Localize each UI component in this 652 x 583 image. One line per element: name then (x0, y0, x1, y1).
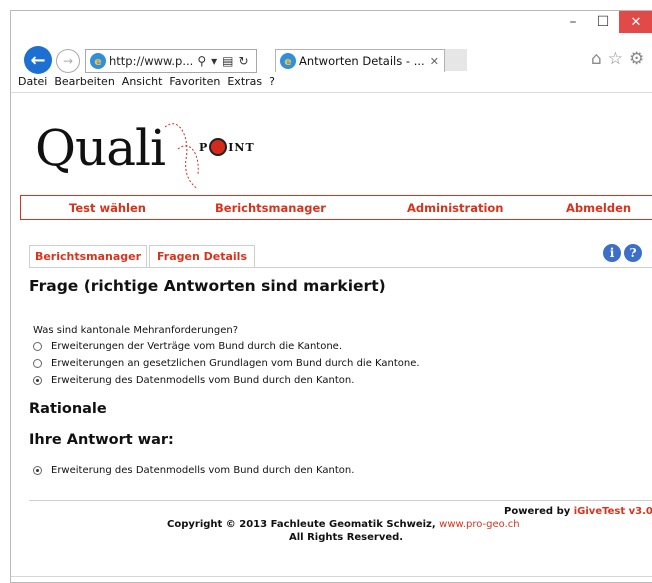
address-text[interactable]: http://www.p... (109, 54, 193, 68)
close-button[interactable]: ✕ (619, 11, 652, 33)
star-icon[interactable]: ☆ (608, 49, 623, 69)
answer-option-label: Erweiterungen an gesetzlichen Grundlagen… (51, 358, 420, 369)
search-icon[interactable]: ⚲ (197, 54, 206, 68)
browser-window: – ☐ ✕ ← → e http://www.p... ⚲ ▾ ▤ ↻ e An… (10, 10, 652, 583)
menu-help[interactable]: ? (269, 75, 275, 92)
forward-icon[interactable]: → (56, 49, 80, 73)
qualipoint-logo: Quali P INT (35, 119, 295, 199)
tab-title: Antworten Details - ... (299, 54, 425, 68)
nav-administration[interactable]: Administration (407, 201, 504, 215)
answer-option: Erweiterungen an gesetzlichen Grundlagen… (33, 358, 420, 369)
your-answer-heading: Ihre Antwort war: (29, 432, 174, 448)
tab-ie-icon: e (280, 53, 296, 69)
back-icon[interactable]: ← (24, 46, 52, 74)
radio-button-selected[interactable] (33, 376, 42, 385)
question-text: Was sind kantonale Mehranforderungen? (33, 325, 239, 336)
pro-geo-link[interactable]: www.pro-geo.ch (439, 519, 519, 530)
tab-fragen-details[interactable]: Fragen Details (149, 245, 255, 267)
sub-tab-bar: Berichtsmanager Fragen Details (29, 245, 652, 268)
menu-extras[interactable]: Extras (227, 75, 262, 92)
logo-point-p: P (199, 140, 209, 154)
your-answer: Erweiterung des Datenmodells vom Bund du… (33, 465, 354, 476)
footer-divider (29, 500, 652, 501)
gear-icon[interactable]: ⚙ (629, 49, 644, 69)
refresh-icon[interactable]: ↻ (239, 54, 249, 68)
main-navigation: Test wählen Berichtsmanager Administrati… (20, 195, 652, 220)
powered-by: Powered by iGiveTest v3.0.7 (504, 506, 652, 517)
logo-point-int: INT (228, 140, 255, 154)
minimize-button[interactable]: – (559, 11, 587, 33)
dropdown-icon[interactable]: ▾ (211, 54, 217, 68)
radio-button-selected (33, 466, 42, 475)
bottom-divider (11, 576, 652, 577)
page-title: Frage (richtige Antworten sind markiert) (29, 277, 386, 295)
maximize-button[interactable]: ☐ (589, 11, 617, 33)
home-icon[interactable]: ⌂ (591, 49, 602, 69)
menu-datei[interactable]: Datei (18, 75, 47, 92)
copyright: Copyright © 2013 Fachleute Geomatik Schw… (167, 519, 520, 530)
menu-favoriten[interactable]: Favoriten (169, 75, 220, 92)
tab-close-icon[interactable]: ✕ (430, 55, 439, 68)
rights-text: All Rights Reserved. (289, 532, 404, 543)
nav-abmelden[interactable]: Abmelden (566, 201, 631, 215)
your-answer-label: Erweiterung des Datenmodells vom Bund du… (51, 465, 355, 476)
navigation-bar: ← → e http://www.p... ⚲ ▾ ▤ ↻ e Antworte… (11, 45, 652, 75)
nav-test-waehlen[interactable]: Test wählen (69, 201, 146, 215)
radio-button[interactable] (33, 342, 42, 351)
new-tab-button[interactable] (445, 49, 467, 71)
copyright-text: Copyright © 2013 Fachleute Geomatik Schw… (167, 519, 440, 530)
help-icon[interactable]: ? (624, 244, 642, 262)
tab-berichtsmanager[interactable]: Berichtsmanager (29, 245, 147, 267)
address-bar[interactable]: e http://www.p... ⚲ ▾ ▤ ↻ (85, 49, 257, 73)
menu-ansicht[interactable]: Ansicht (122, 75, 163, 92)
radio-button[interactable] (33, 359, 42, 368)
answer-option: Erweiterung des Datenmodells vom Bund du… (33, 375, 354, 386)
logo-target-icon (209, 138, 228, 156)
browser-tab[interactable]: e Antworten Details - ... ✕ (275, 49, 445, 72)
logo-swoosh-icon (164, 123, 199, 190)
powered-brand-link[interactable]: iGiveTest v3.0.7 (574, 506, 652, 517)
ie-logo-icon: e (90, 53, 106, 69)
menu-bearbeiten[interactable]: Bearbeiten (54, 75, 114, 92)
logo-quali-text: Quali (35, 119, 166, 177)
menu-bar: Datei Bearbeiten Ansicht Favoriten Extra… (11, 75, 652, 93)
info-icon[interactable]: i (603, 244, 621, 262)
compat-icon[interactable]: ▤ (222, 54, 233, 68)
answer-option-label: Erweiterung des Datenmodells vom Bund du… (51, 375, 355, 386)
powered-prefix: Powered by (504, 506, 574, 517)
answer-option: Erweiterungen der Verträge vom Bund durc… (33, 341, 342, 352)
answer-option-label: Erweiterungen der Verträge vom Bund durc… (51, 341, 342, 352)
rationale-heading: Rationale (29, 401, 107, 417)
nav-berichtsmanager[interactable]: Berichtsmanager (215, 201, 326, 215)
